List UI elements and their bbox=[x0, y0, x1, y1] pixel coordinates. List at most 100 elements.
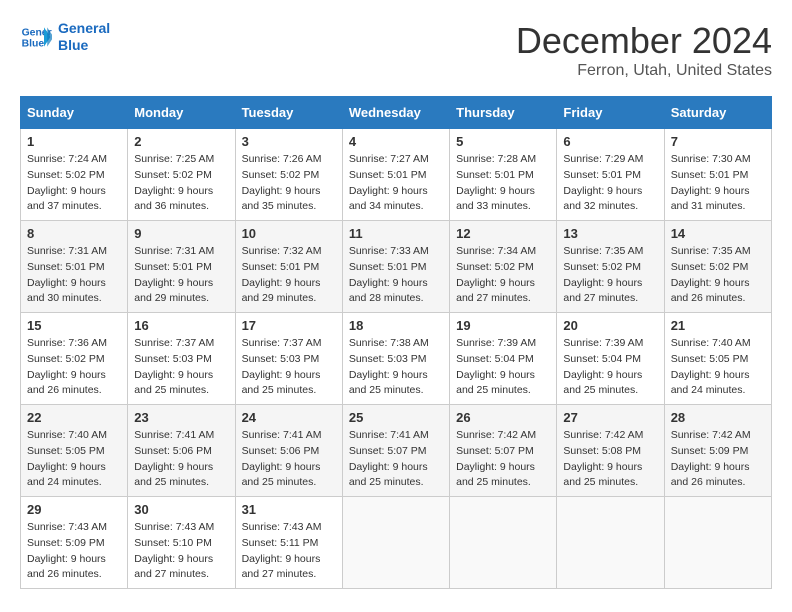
day-info: Sunrise: 7:25 AM Sunset: 5:02 PM Dayligh… bbox=[134, 152, 228, 215]
calendar-cell: 7 Sunrise: 7:30 AM Sunset: 5:01 PM Dayli… bbox=[664, 129, 771, 221]
day-number: 1 bbox=[27, 134, 121, 149]
logo-blue: Blue bbox=[58, 37, 110, 54]
calendar-header-row: SundayMondayTuesdayWednesdayThursdayFrid… bbox=[21, 97, 772, 129]
day-info: Sunrise: 7:43 AM Sunset: 5:09 PM Dayligh… bbox=[27, 520, 121, 583]
calendar-cell: 4 Sunrise: 7:27 AM Sunset: 5:01 PM Dayli… bbox=[342, 129, 449, 221]
day-info: Sunrise: 7:42 AM Sunset: 5:07 PM Dayligh… bbox=[456, 428, 550, 491]
day-info: Sunrise: 7:34 AM Sunset: 5:02 PM Dayligh… bbox=[456, 244, 550, 307]
day-info: Sunrise: 7:31 AM Sunset: 5:01 PM Dayligh… bbox=[27, 244, 121, 307]
day-number: 3 bbox=[242, 134, 336, 149]
calendar-cell: 30 Sunrise: 7:43 AM Sunset: 5:10 PM Dayl… bbox=[128, 497, 235, 589]
logo-icon: General Blue bbox=[20, 21, 52, 53]
day-info: Sunrise: 7:38 AM Sunset: 5:03 PM Dayligh… bbox=[349, 336, 443, 399]
day-number: 26 bbox=[456, 410, 550, 425]
header-tuesday: Tuesday bbox=[235, 97, 342, 129]
day-info: Sunrise: 7:28 AM Sunset: 5:01 PM Dayligh… bbox=[456, 152, 550, 215]
day-info: Sunrise: 7:43 AM Sunset: 5:10 PM Dayligh… bbox=[134, 520, 228, 583]
day-number: 14 bbox=[671, 226, 765, 241]
day-info: Sunrise: 7:24 AM Sunset: 5:02 PM Dayligh… bbox=[27, 152, 121, 215]
day-number: 19 bbox=[456, 318, 550, 333]
day-number: 17 bbox=[242, 318, 336, 333]
header-saturday: Saturday bbox=[664, 97, 771, 129]
svg-text:Blue: Blue bbox=[22, 38, 45, 49]
calendar-table: SundayMondayTuesdayWednesdayThursdayFrid… bbox=[20, 96, 772, 589]
day-info: Sunrise: 7:39 AM Sunset: 5:04 PM Dayligh… bbox=[563, 336, 657, 399]
day-number: 2 bbox=[134, 134, 228, 149]
day-info: Sunrise: 7:27 AM Sunset: 5:01 PM Dayligh… bbox=[349, 152, 443, 215]
calendar-cell: 12 Sunrise: 7:34 AM Sunset: 5:02 PM Dayl… bbox=[450, 221, 557, 313]
day-info: Sunrise: 7:29 AM Sunset: 5:01 PM Dayligh… bbox=[563, 152, 657, 215]
calendar-cell: 5 Sunrise: 7:28 AM Sunset: 5:01 PM Dayli… bbox=[450, 129, 557, 221]
day-info: Sunrise: 7:42 AM Sunset: 5:09 PM Dayligh… bbox=[671, 428, 765, 491]
header-wednesday: Wednesday bbox=[342, 97, 449, 129]
day-number: 5 bbox=[456, 134, 550, 149]
logo-general: General bbox=[58, 20, 110, 37]
day-info: Sunrise: 7:40 AM Sunset: 5:05 PM Dayligh… bbox=[27, 428, 121, 491]
calendar-cell: 2 Sunrise: 7:25 AM Sunset: 5:02 PM Dayli… bbox=[128, 129, 235, 221]
day-info: Sunrise: 7:36 AM Sunset: 5:02 PM Dayligh… bbox=[27, 336, 121, 399]
header-friday: Friday bbox=[557, 97, 664, 129]
calendar-cell bbox=[557, 497, 664, 589]
day-info: Sunrise: 7:42 AM Sunset: 5:08 PM Dayligh… bbox=[563, 428, 657, 491]
day-number: 4 bbox=[349, 134, 443, 149]
week-row-1: 1 Sunrise: 7:24 AM Sunset: 5:02 PM Dayli… bbox=[21, 129, 772, 221]
calendar-cell: 10 Sunrise: 7:32 AM Sunset: 5:01 PM Dayl… bbox=[235, 221, 342, 313]
day-number: 20 bbox=[563, 318, 657, 333]
day-number: 15 bbox=[27, 318, 121, 333]
header-thursday: Thursday bbox=[450, 97, 557, 129]
calendar-cell: 19 Sunrise: 7:39 AM Sunset: 5:04 PM Dayl… bbox=[450, 313, 557, 405]
day-number: 12 bbox=[456, 226, 550, 241]
calendar-cell: 18 Sunrise: 7:38 AM Sunset: 5:03 PM Dayl… bbox=[342, 313, 449, 405]
day-number: 10 bbox=[242, 226, 336, 241]
calendar-cell: 6 Sunrise: 7:29 AM Sunset: 5:01 PM Dayli… bbox=[557, 129, 664, 221]
day-info: Sunrise: 7:33 AM Sunset: 5:01 PM Dayligh… bbox=[349, 244, 443, 307]
day-number: 9 bbox=[134, 226, 228, 241]
day-info: Sunrise: 7:35 AM Sunset: 5:02 PM Dayligh… bbox=[563, 244, 657, 307]
day-number: 6 bbox=[563, 134, 657, 149]
day-number: 31 bbox=[242, 502, 336, 517]
day-number: 18 bbox=[349, 318, 443, 333]
calendar-cell: 29 Sunrise: 7:43 AM Sunset: 5:09 PM Dayl… bbox=[21, 497, 128, 589]
day-info: Sunrise: 7:40 AM Sunset: 5:05 PM Dayligh… bbox=[671, 336, 765, 399]
day-number: 30 bbox=[134, 502, 228, 517]
day-number: 22 bbox=[27, 410, 121, 425]
month-title: December 2024 bbox=[516, 20, 772, 62]
day-info: Sunrise: 7:41 AM Sunset: 5:06 PM Dayligh… bbox=[134, 428, 228, 491]
day-info: Sunrise: 7:37 AM Sunset: 5:03 PM Dayligh… bbox=[134, 336, 228, 399]
calendar-cell: 9 Sunrise: 7:31 AM Sunset: 5:01 PM Dayli… bbox=[128, 221, 235, 313]
calendar-cell: 20 Sunrise: 7:39 AM Sunset: 5:04 PM Dayl… bbox=[557, 313, 664, 405]
day-info: Sunrise: 7:39 AM Sunset: 5:04 PM Dayligh… bbox=[456, 336, 550, 399]
day-number: 8 bbox=[27, 226, 121, 241]
calendar-cell: 25 Sunrise: 7:41 AM Sunset: 5:07 PM Dayl… bbox=[342, 405, 449, 497]
calendar-cell: 26 Sunrise: 7:42 AM Sunset: 5:07 PM Dayl… bbox=[450, 405, 557, 497]
week-row-4: 22 Sunrise: 7:40 AM Sunset: 5:05 PM Dayl… bbox=[21, 405, 772, 497]
calendar-cell: 13 Sunrise: 7:35 AM Sunset: 5:02 PM Dayl… bbox=[557, 221, 664, 313]
day-number: 25 bbox=[349, 410, 443, 425]
calendar-cell: 17 Sunrise: 7:37 AM Sunset: 5:03 PM Dayl… bbox=[235, 313, 342, 405]
day-info: Sunrise: 7:30 AM Sunset: 5:01 PM Dayligh… bbox=[671, 152, 765, 215]
calendar-cell: 11 Sunrise: 7:33 AM Sunset: 5:01 PM Dayl… bbox=[342, 221, 449, 313]
calendar-cell bbox=[664, 497, 771, 589]
day-info: Sunrise: 7:37 AM Sunset: 5:03 PM Dayligh… bbox=[242, 336, 336, 399]
week-row-2: 8 Sunrise: 7:31 AM Sunset: 5:01 PM Dayli… bbox=[21, 221, 772, 313]
calendar-cell: 24 Sunrise: 7:41 AM Sunset: 5:06 PM Dayl… bbox=[235, 405, 342, 497]
day-info: Sunrise: 7:26 AM Sunset: 5:02 PM Dayligh… bbox=[242, 152, 336, 215]
week-row-3: 15 Sunrise: 7:36 AM Sunset: 5:02 PM Dayl… bbox=[21, 313, 772, 405]
calendar-cell: 14 Sunrise: 7:35 AM Sunset: 5:02 PM Dayl… bbox=[664, 221, 771, 313]
day-number: 16 bbox=[134, 318, 228, 333]
day-info: Sunrise: 7:31 AM Sunset: 5:01 PM Dayligh… bbox=[134, 244, 228, 307]
calendar-cell: 21 Sunrise: 7:40 AM Sunset: 5:05 PM Dayl… bbox=[664, 313, 771, 405]
day-number: 11 bbox=[349, 226, 443, 241]
calendar-cell: 15 Sunrise: 7:36 AM Sunset: 5:02 PM Dayl… bbox=[21, 313, 128, 405]
calendar-cell: 22 Sunrise: 7:40 AM Sunset: 5:05 PM Dayl… bbox=[21, 405, 128, 497]
day-info: Sunrise: 7:41 AM Sunset: 5:07 PM Dayligh… bbox=[349, 428, 443, 491]
page-header: General Blue General Blue December 2024 … bbox=[20, 20, 772, 80]
calendar-cell: 3 Sunrise: 7:26 AM Sunset: 5:02 PM Dayli… bbox=[235, 129, 342, 221]
day-number: 27 bbox=[563, 410, 657, 425]
calendar-cell: 31 Sunrise: 7:43 AM Sunset: 5:11 PM Dayl… bbox=[235, 497, 342, 589]
day-info: Sunrise: 7:35 AM Sunset: 5:02 PM Dayligh… bbox=[671, 244, 765, 307]
calendar-cell: 28 Sunrise: 7:42 AM Sunset: 5:09 PM Dayl… bbox=[664, 405, 771, 497]
calendar-cell bbox=[450, 497, 557, 589]
location: Ferron, Utah, United States bbox=[516, 62, 772, 80]
logo: General Blue General Blue bbox=[20, 20, 110, 54]
